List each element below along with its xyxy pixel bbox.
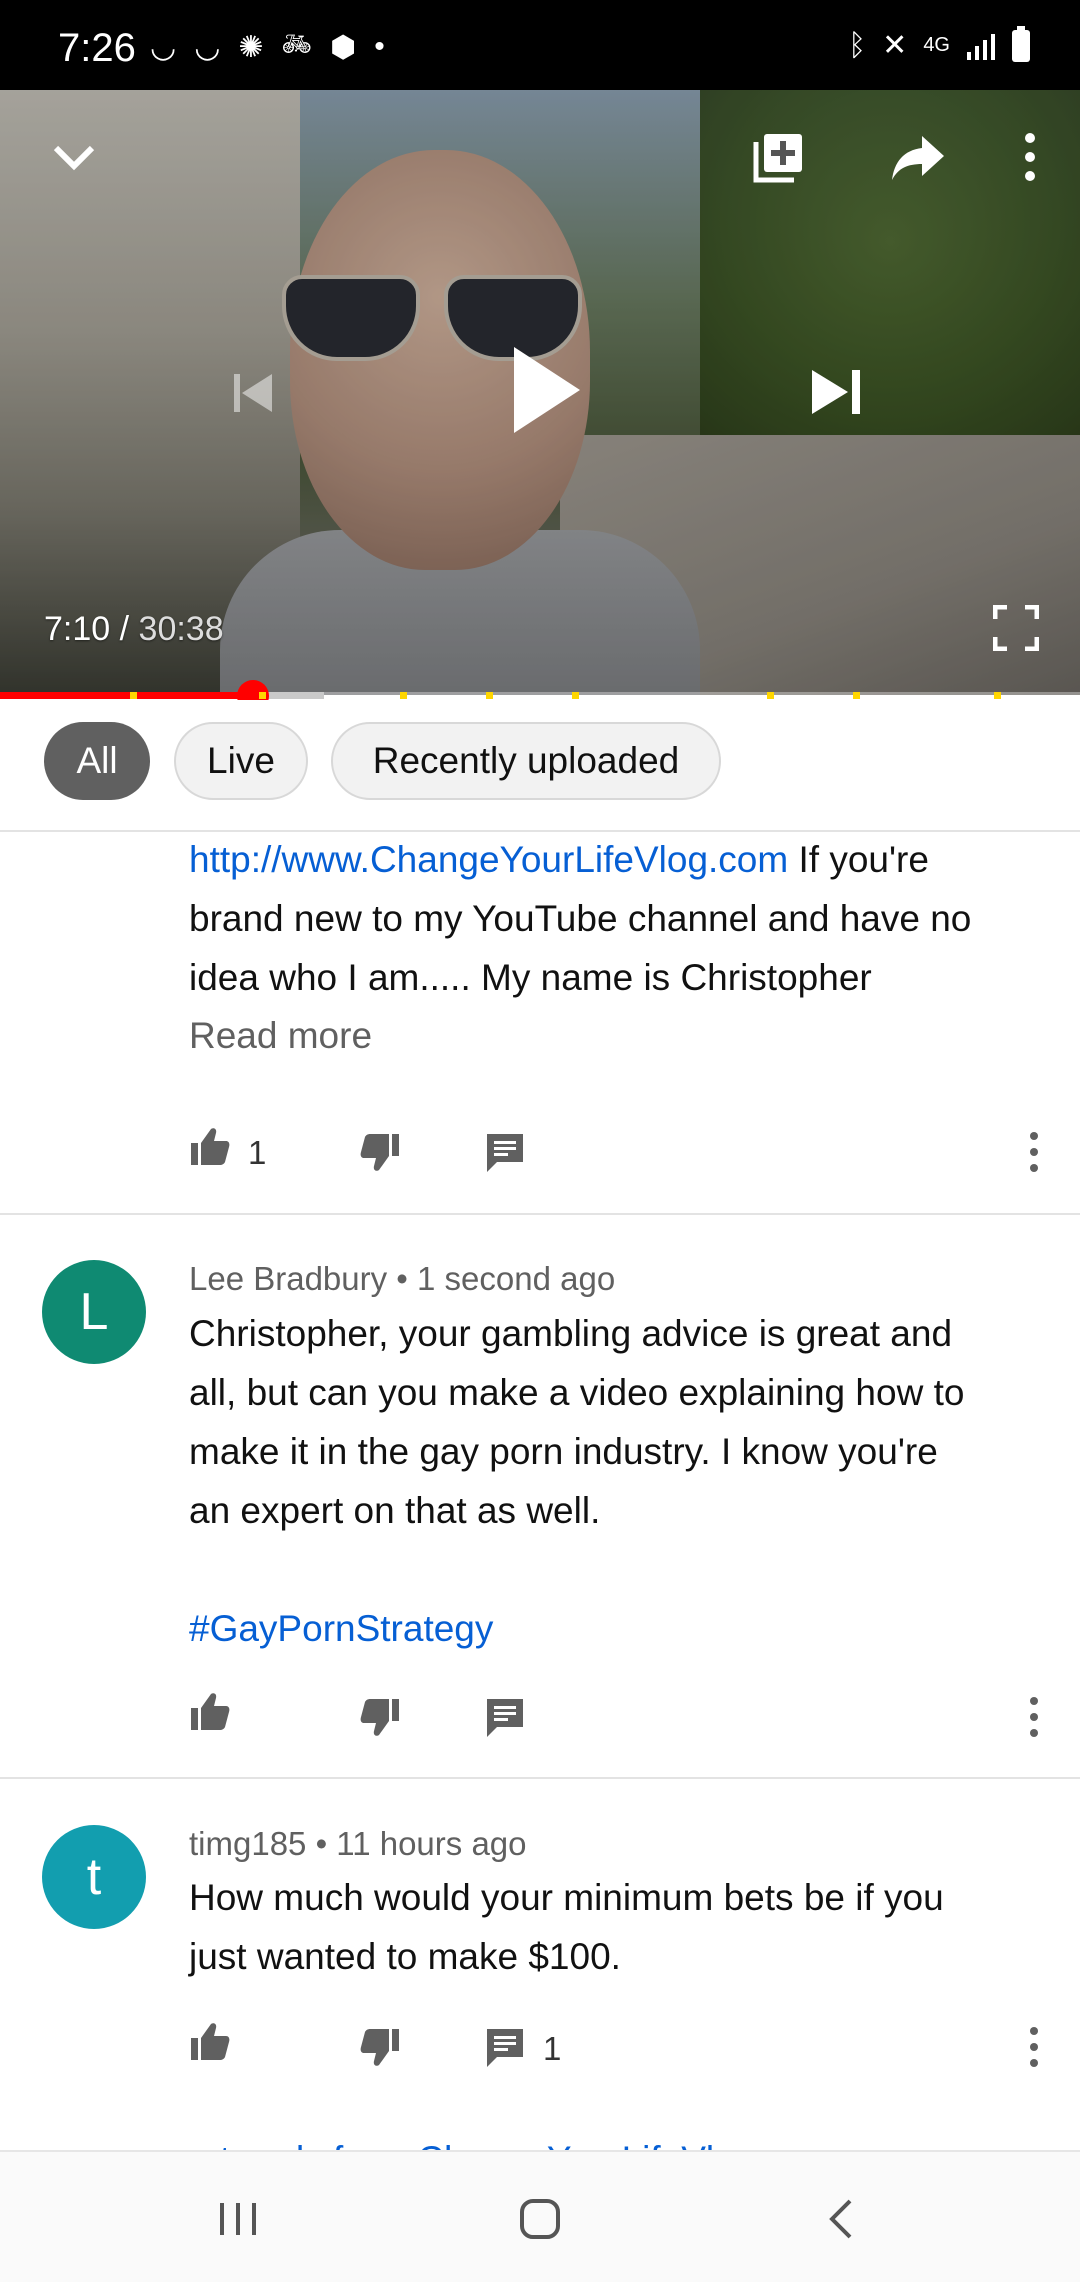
play-icon[interactable] [510, 345, 582, 435]
bank-icon: ⬢ [329, 31, 357, 64]
next-video-icon[interactable] [808, 364, 864, 420]
description-line-2: brand new to my YouTube channel and have… [189, 898, 972, 939]
ad-marker [572, 692, 580, 699]
previous-video-icon [234, 374, 272, 412]
avatar[interactable]: t [42, 1825, 146, 1929]
moon-icon: ◡ [194, 31, 221, 64]
comment-time: 11 hours ago [336, 1825, 527, 1862]
comment-body: Christopher, your gambling advice is gre… [189, 1304, 1049, 1540]
comment-divider [0, 1777, 1080, 1779]
comment-more-icon[interactable] [1020, 2025, 1048, 2069]
comment-time: 1 second ago [417, 1260, 616, 1297]
comment-author[interactable]: Lee Bradbury [189, 1260, 387, 1297]
like-icon[interactable] [189, 2020, 231, 2062]
moon-icon: ◡ [150, 31, 177, 64]
comment-more-icon[interactable] [1020, 1695, 1048, 1739]
description-line-1: If you're [788, 839, 929, 880]
duration: 30:38 [138, 610, 224, 648]
comment-line: an expert on that as well. [189, 1490, 601, 1531]
comment-meta: timg185 • 11 hours ago [189, 1825, 527, 1863]
comment-meta: Lee Bradbury • 1 second ago [189, 1260, 615, 1298]
bluetooth-icon: ᛒ [848, 28, 867, 62]
ad-marker [993, 692, 1001, 699]
ad-marker [259, 692, 267, 699]
mute-icon: ✕ [882, 29, 908, 62]
ad-marker [129, 692, 137, 699]
next-comment-partial: ...trends from ChangeYourLifeVl... [189, 2130, 745, 2150]
back-icon[interactable] [818, 2195, 866, 2243]
ad-marker [399, 692, 407, 699]
comment-hashtag[interactable]: #GayPornStrategy [189, 1599, 1049, 1658]
add-to-playlist-icon[interactable] [752, 130, 806, 184]
reply-count[interactable]: 1 [543, 2030, 561, 2068]
comment-line: make it in the gay porn industry. I know… [189, 1431, 938, 1472]
comment-more-icon[interactable] [1020, 1130, 1048, 1174]
ad-marker [853, 692, 861, 699]
progress-played [0, 692, 253, 699]
description-line-3: idea who I am..... My name is Christophe… [189, 957, 872, 998]
description-link[interactable]: http://www.ChangeYourLifeVlog.com [189, 839, 788, 880]
comment-line: just wanted to make $100. [189, 1936, 621, 1977]
more-options-icon[interactable] [1010, 130, 1050, 184]
progress-bar[interactable] [0, 680, 1080, 712]
status-bar: 7:26 ◡ ◡ ✺ 🚲︎ ⬢ • ᛒ ✕ 4G [0, 0, 1080, 90]
status-notification-icons: ◡ ◡ ✺ 🚲︎ ⬢ • [150, 30, 385, 65]
bike-icon: 🚲︎ [281, 31, 312, 58]
reply-icon[interactable] [485, 2027, 527, 2069]
time-display: 7:10 / 30:38 [44, 610, 224, 649]
status-system-icons: ᛒ ✕ 4G [848, 25, 1030, 63]
dislike-icon[interactable] [359, 1697, 401, 1739]
4g-icon: 4G [923, 34, 950, 56]
dot-icon: • [374, 30, 385, 63]
current-time: 7:10 [44, 610, 111, 648]
reply-icon[interactable] [485, 1697, 527, 1739]
avatar[interactable]: L [42, 1260, 146, 1364]
read-more-button[interactable]: Read more [189, 1015, 372, 1057]
like-count: 1 [248, 1134, 267, 1171]
description-text: http://www.ChangeYourLifeVlog.com If you… [189, 830, 1049, 1007]
signal-icon [967, 33, 995, 60]
comment-divider [0, 1213, 1080, 1215]
meta-separator: • [387, 1260, 418, 1297]
filter-chips: All Live Recently uploaded [0, 700, 1080, 832]
ad-marker [766, 692, 774, 699]
chip-live[interactable]: Live [174, 722, 308, 800]
dislike-icon[interactable] [359, 1132, 401, 1174]
fullscreen-icon[interactable] [993, 605, 1039, 651]
collapse-chevron-icon[interactable] [48, 132, 100, 184]
ad-marker [486, 692, 493, 699]
comment-line: Christopher, your gambling advice is gre… [189, 1313, 953, 1354]
home-icon[interactable] [516, 2195, 564, 2243]
recent-apps-icon[interactable] [214, 2195, 262, 2243]
chip-all[interactable]: All [44, 722, 150, 800]
dislike-icon[interactable] [359, 2027, 401, 2069]
battery-icon [1012, 25, 1030, 62]
share-icon[interactable] [890, 132, 946, 184]
status-time: 7:26 [58, 26, 136, 70]
comment-line: all, but can you make a video explaining… [189, 1372, 965, 1413]
meta-separator: • [306, 1825, 337, 1862]
like-icon[interactable] [189, 1690, 231, 1732]
comment-body: How much would your minimum bets be if y… [189, 1868, 1049, 1986]
reply-icon[interactable] [485, 1132, 527, 1174]
comment-author[interactable]: timg185 [189, 1825, 306, 1862]
time-separator: / [110, 610, 139, 648]
system-navigation-bar [0, 2150, 1080, 2282]
chip-recently-uploaded[interactable]: Recently uploaded [331, 722, 721, 800]
sync-icon: ✺ [238, 31, 264, 64]
like-icon[interactable] [189, 1125, 231, 1167]
comment-line: How much would your minimum bets be if y… [189, 1877, 944, 1918]
video-player[interactable]: 7:10 / 30:38 [0, 90, 1080, 695]
